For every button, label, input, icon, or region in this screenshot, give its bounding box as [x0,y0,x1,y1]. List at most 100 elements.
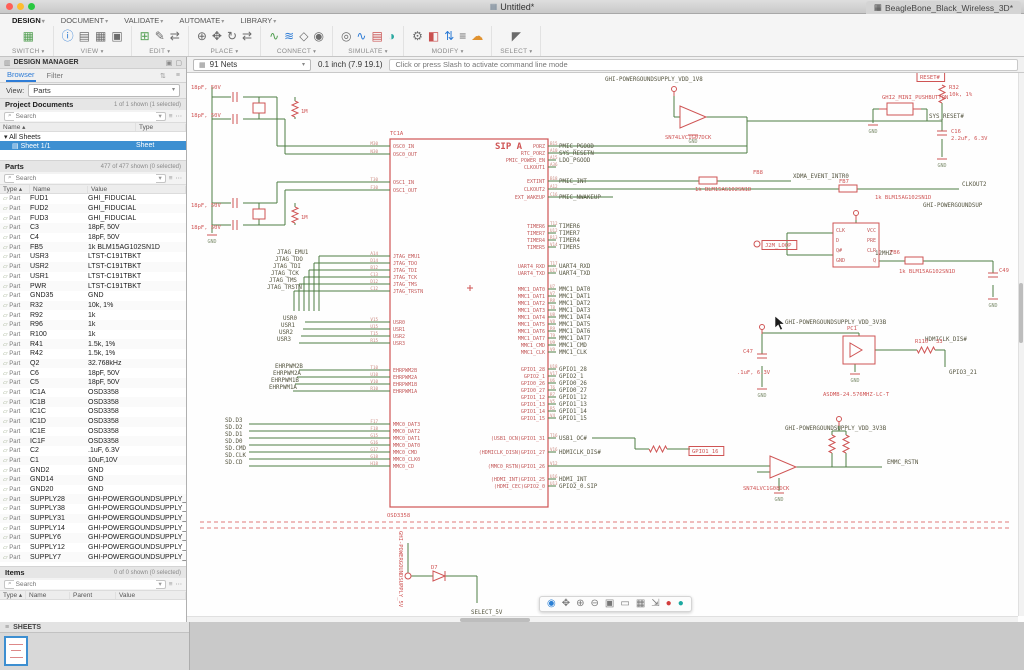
secondary-document-tab[interactable]: ▦ BeagleBone_Black_Wireless_3D* [866,1,1021,14]
view-dropdown[interactable]: Parts ▾ [28,84,180,97]
parts-row-c4[interactable]: ▱ PartC418pF, 50V [0,233,186,243]
parts-row-gnd14[interactable]: ▱ PartGND14GND [0,475,186,485]
ribbon-group-label-place[interactable]: PLACE ▾ [210,48,238,55]
tree-row-all-sheets[interactable]: ▾ All Sheets [0,132,186,141]
ribbon-tab-automate[interactable]: AUTOMATE▾ [179,16,224,25]
part-label[interactable]: 18pF, 50V [191,225,221,231]
parts-row-ic1b[interactable]: ▱ PartIC1BOSD3358 [0,397,186,407]
net-label[interactable]: GPIO1_14 [559,409,587,415]
parts-row-q2[interactable]: ▱ PartQ232.768kHz [0,359,186,369]
net-label[interactable]: GHI-POWERGOUNDSUP [923,203,983,209]
parts-row-supply12[interactable]: ▱ PartSUPPLY12GHI-POWERGOUNDSUPPLY_V [0,543,186,553]
part-label[interactable]: 10k, 1% [949,92,973,98]
net-label[interactable]: CLKOUT2 [962,182,986,188]
net-label[interactable]: LDO_PGOOD [559,158,591,164]
net-label[interactable]: UART4_TXD [559,271,591,277]
schematic-viewport[interactable]: TC1ASIP AOSD3358OSC0_INM30OSC0_OUTN30OSC… [187,73,1024,622]
net-label[interactable]: GPIO1_12 [559,395,587,401]
net-label[interactable]: USB1_OC# [559,436,587,442]
more-icon[interactable]: ⋯ [176,580,183,588]
supply-flag-icon[interactable] [760,325,765,330]
part-label[interactable]: 1k BLM15AG102SN1D [875,195,931,201]
net-label[interactable]: SD.D3 [225,418,243,424]
net-label[interactable]: GPIO0_26 [559,381,587,387]
cloud-icon[interactable]: ☁ [471,30,483,42]
net-label[interactable]: PMIC_NWAKEUP [559,195,601,201]
ribbon-tab-library[interactable]: LIBRARY▾ [240,16,276,25]
expand-icon[interactable]: ⇲ [651,599,659,609]
junction-circle[interactable] [405,573,411,579]
net-flag-label[interactable]: J2M_LOOP [765,243,792,249]
net-label[interactable]: GPIO0_27 [559,388,587,394]
junction-circle[interactable] [754,241,760,247]
net-label[interactable]: TIMER6 [559,224,580,230]
ribbon-group-label-modify[interactable]: MODIFY ▾ [432,48,464,55]
net-label[interactable]: UART4_RXD [559,264,591,270]
part-label[interactable]: 33 [936,339,943,345]
bus-icon[interactable]: ≋ [284,30,294,42]
chevron-down-icon[interactable]: ▾ [158,174,161,182]
parts-row-supply31[interactable]: ▱ PartSUPPLY31GHI-POWERGOUNDSUPPLY_U [0,514,186,524]
crystal-symbol[interactable] [253,209,265,219]
net-label[interactable]: MMC1_DAT4 [559,315,591,321]
resistor-symbol[interactable] [649,446,667,452]
pushbutton-symbol[interactable] [887,103,913,115]
net-label[interactable]: USR3 [277,337,291,343]
column-header-name[interactable]: Name ▴ [0,123,136,131]
parts-row-supply38[interactable]: ▱ PartSUPPLY38GHI-POWERGOUNDSUPPLY_S [0,504,186,514]
display-icon[interactable]: ▣ [111,30,122,42]
sheet-1-thumbnail[interactable] [4,636,28,666]
net-label[interactable]: MMC1_CLK [559,350,587,356]
net-label[interactable]: HDMICLK_DIS# [925,337,967,343]
orbit-icon[interactable]: ◉ [547,599,556,609]
parts-row-ic1f[interactable]: ▱ PartIC1FOSD3358 [0,436,186,446]
net-label[interactable]: USR0 [283,316,297,322]
parts-row-pwr[interactable]: ▱ PartPWRLTST-C191TBKT [0,281,186,291]
part-label[interactable]: R110 [915,339,928,345]
place-part-icon[interactable]: ⊕ [197,30,207,42]
ferrite-bead-symbol[interactable] [839,185,857,192]
supply-label[interactable]: GHI-POWERGOUNDSUPPLY_5V [397,531,403,608]
supply-flag-icon[interactable] [837,417,842,422]
parts-row-c6[interactable]: ▱ PartC618pF, 50V [0,368,186,378]
select-cursor-icon[interactable]: ◤ [512,30,521,42]
part-label[interactable]: GHI2_MINI_PUSHBUTTON [882,95,948,101]
parts-row-fud1[interactable]: ▱ PartFUD1GHI_FIDUCIAL [0,194,186,204]
net-label[interactable]: MMC1_DAT3 [559,308,591,314]
part-label[interactable]: PC1 [847,326,857,332]
net-flag-label[interactable]: RESET# [920,75,941,81]
net-label[interactable]: JTAG_TDO [275,257,303,263]
part-label[interactable]: 18pF, 50V [191,85,221,91]
zoom-out-icon[interactable]: ⊖ [591,599,599,609]
parts-row-ic1e[interactable]: ▱ PartIC1EOSD3358 [0,427,186,437]
panel-menu-icon[interactable]: ≡ [176,72,180,79]
net-label[interactable]: SD.D0 [225,439,243,445]
parts-row-gnd2[interactable]: ▱ PartGND2GND [0,465,186,475]
parts-row-r100[interactable]: ▱ PartR1001k [0,330,186,340]
parts-row-fud3[interactable]: ▱ PartFUD3GHI_FIDUCIAL [0,213,186,223]
net-label[interactable]: SYS_RESET# [929,114,964,120]
move-icon[interactable]: ✥ [212,30,222,42]
net-label[interactable]: MMC1_DAT1 [559,294,591,300]
net-label[interactable]: JTAG_TDI [273,264,301,270]
ribbon-tab-design[interactable]: DESIGN▾ [12,16,45,25]
column-header-name[interactable]: Name [26,592,70,599]
grid-icon[interactable]: ▦ [95,30,106,42]
ribbon-group-label-edit[interactable]: EDIT ▾ [149,48,170,55]
net-label[interactable]: PMIC_PGOOD [559,144,594,150]
net-label[interactable]: EHRPWM2B [275,364,303,370]
replace-icon[interactable]: ⇄ [170,30,180,42]
net-label[interactable]: MMC1_DAT0 [559,287,591,293]
part-label[interactable]: 18pF, 50V [191,203,221,209]
meter-icon[interactable]: ◑ [388,30,395,42]
net-flag-label[interactable]: GPIO1_16 [692,449,719,455]
net-label[interactable]: GPIO1_13 [559,402,587,408]
net-label[interactable]: MMC1_DAT7 [559,336,591,342]
panel-close-icon[interactable]: ▢ [175,59,182,67]
parts-row-usr3[interactable]: ▱ PartUSR3LTST-C191TBKT [0,252,186,262]
net-label[interactable]: GHI-POWERGOUNDSUPPLY_VDD_1V8 [605,77,703,83]
supply-flag-icon[interactable] [854,211,859,216]
part-label[interactable]: C16 [951,129,961,135]
resistor-symbol[interactable] [843,435,849,453]
part-label[interactable]: SN74LVC1G08DCK [743,486,790,492]
